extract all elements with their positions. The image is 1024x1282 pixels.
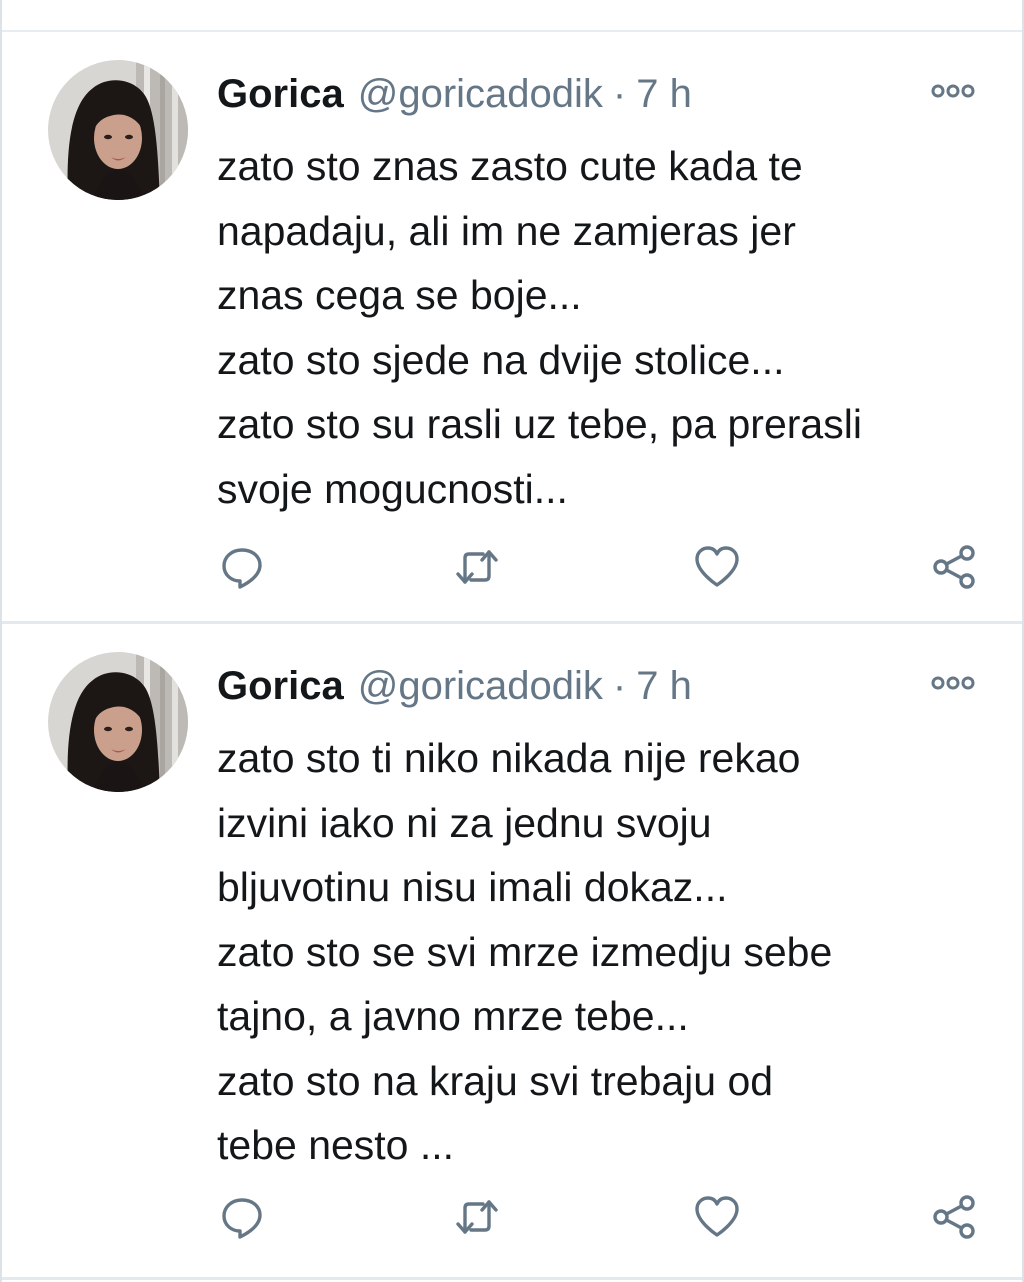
tweet-text-line: zato sto se svi mrze izmedju sebe (217, 928, 833, 975)
like-icon[interactable] (692, 1192, 742, 1242)
tweet-text-line: bljuvotinu nisu imali dokaz... (217, 864, 728, 910)
header-separator: · (612, 72, 627, 116)
more-options-icon[interactable] (930, 82, 976, 100)
reply-icon[interactable] (217, 1192, 267, 1242)
tweet-header: Gorica @goricadodik · 7 h (217, 70, 692, 118)
tweet-header: Gorica @goricadodik · 7 h (217, 662, 692, 710)
tweet-text-line: zato sto sjede na dvije stolice... (217, 336, 785, 383)
share-icon[interactable] (929, 542, 979, 592)
reply-icon[interactable] (217, 542, 267, 592)
tweet-divider (2, 1277, 1022, 1280)
tweet-text-line: svoje mogucnosti... (217, 465, 568, 512)
display-name[interactable]: Gorica (217, 72, 344, 116)
tweet-text-line: znas cega se boje... (217, 272, 582, 318)
user-handle[interactable]: @goricadodik (358, 72, 603, 116)
tweet-text: zato sto znas zasto cute kada te napadaj… (217, 134, 997, 521)
tweet-timestamp[interactable]: 7 h (636, 664, 692, 708)
retweet-icon[interactable] (452, 542, 502, 592)
display-name[interactable]: Gorica (217, 664, 344, 708)
like-icon[interactable] (692, 542, 742, 592)
header-separator: · (612, 664, 627, 708)
tweet-actions (217, 1192, 976, 1242)
user-handle[interactable]: @goricadodik (358, 664, 603, 708)
tweet-feed: Gorica @goricadodik · 7 h zato sto znas zas… (0, 0, 1024, 1282)
tweet-text-line: zato sto znas zasto cute kada te (217, 143, 803, 189)
tweet-text-line: izvini iako ni za jednu svoju (217, 799, 712, 846)
tweet-actions (217, 542, 976, 592)
tweet-text-line: napadaju, ali im ne zamjeras jer (217, 207, 796, 254)
more-options-icon[interactable] (930, 674, 976, 692)
tweet-timestamp[interactable]: 7 h (636, 72, 692, 116)
tweet-text-line: zato sto ti niko nikada nije rekao (217, 735, 801, 781)
tweet-text-line: tajno, a javno mrze tebe... (217, 993, 689, 1039)
tweet[interactable]: Gorica @goricadodik · 7 h zato sto znas zas… (2, 32, 1022, 622)
tweet-text-line: zato sto na kraju svi trebaju od (217, 1057, 774, 1104)
avatar[interactable] (48, 60, 188, 200)
avatar[interactable] (48, 652, 188, 792)
tweet[interactable]: Gorica @goricadodik · 7 h zato sto ti niko … (2, 624, 1022, 1280)
tweet-text: zato sto ti niko nikada nije rekao izvin… (217, 726, 997, 1178)
retweet-icon[interactable] (452, 1192, 502, 1242)
tweet-text-line: zato sto su rasli uz tebe, pa prerasli (217, 401, 862, 447)
tweet-text-line: tebe nesto ... (217, 1122, 455, 1168)
share-icon[interactable] (929, 1192, 979, 1242)
